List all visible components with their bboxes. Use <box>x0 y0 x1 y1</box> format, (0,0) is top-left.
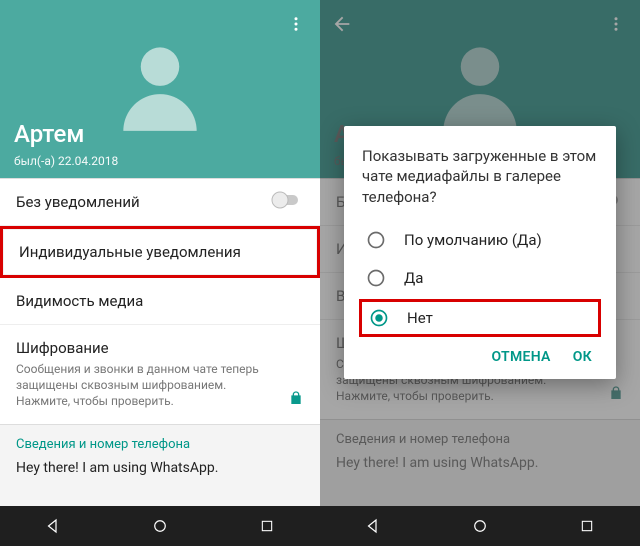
row-mute-notifications[interactable]: Без уведомлений <box>0 179 320 226</box>
nav-back-button[interactable] <box>33 506 73 546</box>
triangle-back-icon <box>364 517 382 535</box>
row-custom-notifications[interactable]: Индивидуальные уведомления <box>0 226 320 278</box>
phone-right: Артем был(-а) 22.04.2018 Без уведомлений… <box>320 0 640 546</box>
status-text: Hey there! I am using WhatsApp. <box>0 456 320 486</box>
radio-checked-icon <box>369 308 389 328</box>
radio-unchecked-icon <box>366 268 386 288</box>
row-label: Шифрование <box>16 339 304 357</box>
row-label: Индивидуальные уведомления <box>19 243 301 261</box>
toggle-off-icon <box>270 190 304 210</box>
android-navbar <box>320 506 640 546</box>
row-media-visibility[interactable]: Видимость медиа <box>0 278 320 325</box>
option-default[interactable]: По умолчанию (Да) <box>362 221 598 259</box>
square-recent-icon <box>259 518 275 534</box>
media-visibility-dialog: Показывать загруженные в этом чате медиа… <box>344 126 616 379</box>
nav-back-button[interactable] <box>353 506 393 546</box>
last-seen: был(-а) 22.04.2018 <box>14 154 118 168</box>
phone-left: Артем был(-а) 22.04.2018 Без уведомлений… <box>0 0 320 546</box>
cancel-button[interactable]: ОТМЕНА <box>492 349 551 365</box>
option-no[interactable]: Нет <box>359 299 601 337</box>
nav-recent-button[interactable] <box>247 506 287 546</box>
option-yes[interactable]: Да <box>362 259 598 297</box>
option-label: По умолчанию (Да) <box>404 231 542 249</box>
nav-home-button[interactable] <box>460 506 500 546</box>
option-label: Да <box>404 269 423 287</box>
person-icon <box>105 30 215 140</box>
radio-unchecked-icon <box>366 230 386 250</box>
row-label: Без уведомлений <box>16 193 304 211</box>
avatar <box>105 30 215 144</box>
settings-list: Без уведомлений Индивидуальные уведомлен… <box>0 178 320 425</box>
row-sub: Сообщения и звонки в данном чате теперь … <box>16 361 276 410</box>
row-encryption[interactable]: Шифрование Сообщения и звонки в данном ч… <box>0 325 320 424</box>
more-vert-icon <box>287 15 305 33</box>
mute-toggle[interactable] <box>270 190 304 214</box>
android-navbar <box>0 506 320 546</box>
circle-home-icon <box>151 517 169 535</box>
overflow-menu-button[interactable] <box>282 10 310 38</box>
contact-header: Артем был(-а) 22.04.2018 <box>0 0 320 178</box>
row-label: Видимость медиа <box>16 292 304 310</box>
contact-name: Артем <box>14 120 84 148</box>
nav-home-button[interactable] <box>140 506 180 546</box>
lock-icon <box>288 390 304 410</box>
dialog-actions: ОТМЕНА ОК <box>362 339 598 371</box>
circle-home-icon <box>471 517 489 535</box>
ok-button[interactable]: ОК <box>573 349 592 365</box>
section-phone-info: Сведения и номер телефона <box>0 425 320 456</box>
dialog-title: Показывать загруженные в этом чате медиа… <box>362 146 598 207</box>
triangle-back-icon <box>44 517 62 535</box>
option-label: Нет <box>407 309 433 327</box>
nav-recent-button[interactable] <box>567 506 607 546</box>
square-recent-icon <box>579 518 595 534</box>
